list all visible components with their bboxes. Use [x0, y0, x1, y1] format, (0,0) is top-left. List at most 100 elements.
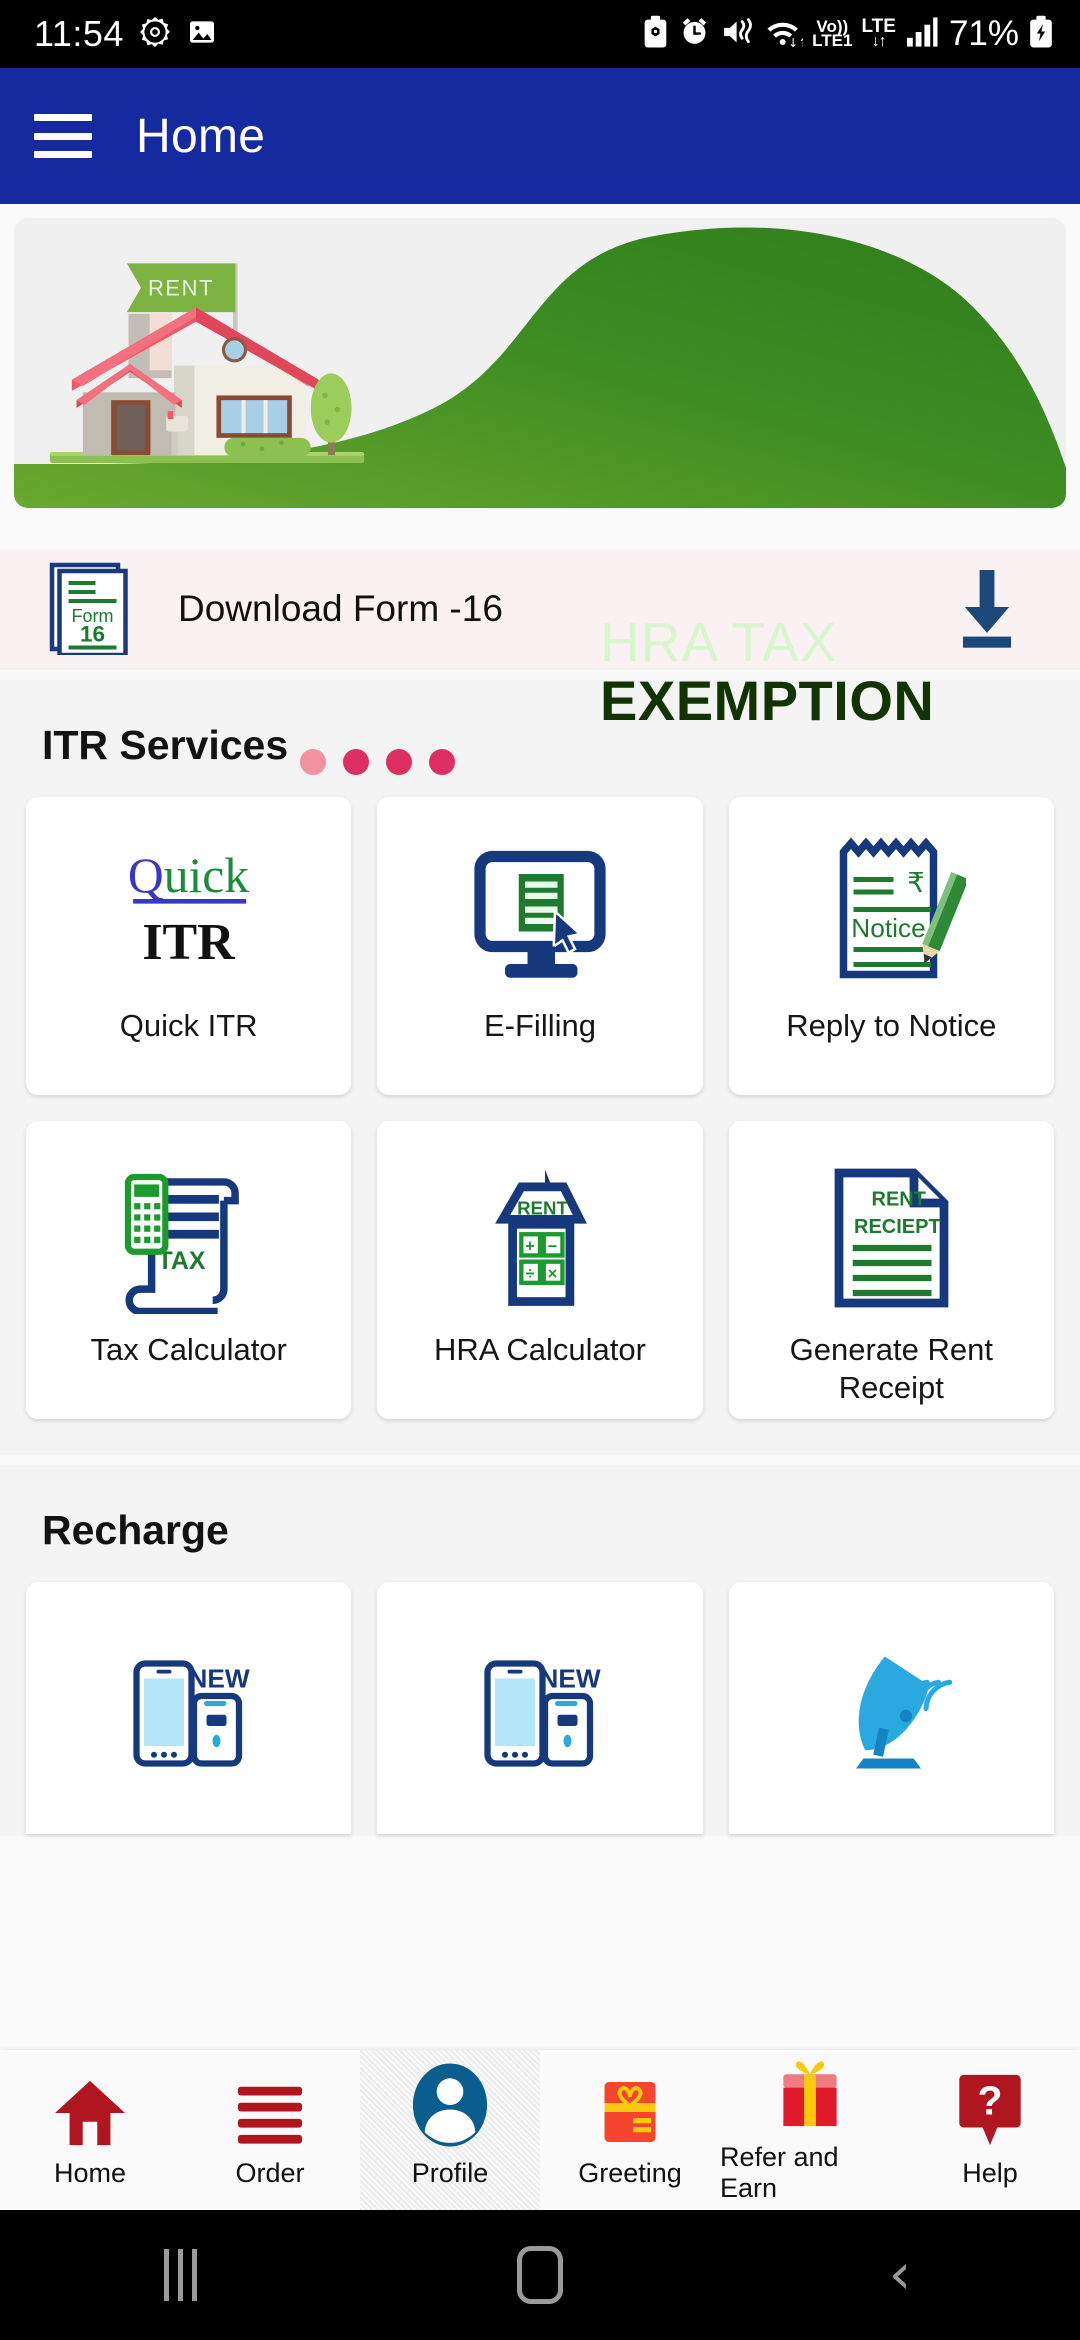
- service-card-label: Tax Calculator: [90, 1332, 287, 1367]
- banner-headline: HRA TAX EXEMPTION: [600, 613, 935, 732]
- svg-text:Notice: Notice: [852, 913, 926, 943]
- rent-house-illustration: RENT: [49, 263, 365, 463]
- android-recents-button[interactable]: [80, 2249, 280, 2301]
- bottom-navigation-bar: Home Order Profile Greeting Refer and Ea…: [0, 2050, 1080, 2210]
- itr-services-section: ITR Services Quick ITR Quick ITR E-Filli…: [0, 680, 1080, 1453]
- calculator-scroll-icon: TAX: [109, 1149, 269, 1327]
- carousel-dot[interactable]: [386, 749, 412, 775]
- phone-screen: 11:54 ↓↑ Vo)) LTE1: [0, 0, 1080, 2340]
- battery-saver-icon: [642, 15, 669, 54]
- bottom-nav-label: Home: [53, 2157, 127, 2188]
- bottom-nav-item-greeting[interactable]: Greeting: [540, 2072, 720, 2189]
- dth-satellite-dish-icon: [821, 1619, 961, 1797]
- settings-gear-icon: [138, 15, 172, 54]
- banner-headline-line2: EXEMPTION: [600, 668, 935, 732]
- app-bar: Home: [0, 68, 1080, 204]
- recharge-grid: NEW NEW: [26, 1582, 1054, 1834]
- bottom-nav-item-order[interactable]: Order: [180, 2072, 360, 2189]
- wifi-icon: ↓↑: [765, 15, 809, 54]
- bottom-nav-item-profile[interactable]: Profile: [360, 2050, 540, 2210]
- alarm-icon: [678, 15, 711, 53]
- status-bar-clock: 11:54: [34, 13, 124, 54]
- bottom-nav-item-refer-and-earn[interactable]: Refer and Earn: [720, 2056, 900, 2204]
- svg-text:−: −: [548, 1238, 557, 1256]
- bottom-nav-item-help[interactable]: ? Help: [900, 2072, 1080, 2189]
- svg-text:ITR: ITR: [143, 914, 236, 971]
- bottom-nav-label: Profile: [411, 2157, 489, 2188]
- bottom-nav-label: Help: [962, 2157, 1018, 2188]
- banner-slide[interactable]: RENT: [14, 218, 1066, 508]
- battery-charging-icon: [1028, 15, 1054, 54]
- recents-icon: [163, 2249, 197, 2301]
- recharge-title: Recharge: [42, 1507, 229, 1553]
- service-card-label: HRA Calculator: [434, 1332, 646, 1367]
- status-bar-right: ↓↑ Vo)) LTE1 LTE ↓↑ 71%: [642, 14, 1054, 54]
- svg-text:RENT: RENT: [517, 1197, 568, 1218]
- scroll-content[interactable]: RENT HRA TAX EXEMPTION Form 16 Download …: [0, 204, 1080, 2054]
- svg-text:RENT: RENT: [871, 1189, 925, 1211]
- svg-text:↓↑: ↓↑: [788, 35, 803, 48]
- svg-text:₹: ₹: [908, 867, 926, 899]
- carousel-dot[interactable]: [343, 749, 369, 775]
- recharge-card-postpaid[interactable]: NEW: [377, 1582, 703, 1834]
- rent-receipt-document-icon: RENT RECIEPT: [819, 1149, 964, 1327]
- itr-services-grid: Quick ITR Quick ITR E-Filling ₹ Notice R…: [26, 797, 1054, 1419]
- svg-text:?: ?: [978, 2077, 1003, 2123]
- service-card-reply-to-notice[interactable]: ₹ Notice Reply to Notice: [728, 797, 1054, 1095]
- service-card-quick-itr[interactable]: Quick ITR Quick ITR: [26, 797, 352, 1095]
- bottom-nav-label: Order: [235, 2157, 305, 2188]
- home-icon: [52, 2072, 128, 2148]
- mobile-prepaid-new-icon: NEW: [119, 1619, 259, 1797]
- recharge-card-prepaid[interactable]: NEW: [26, 1582, 352, 1834]
- svg-text:RECIEPT: RECIEPT: [854, 1216, 941, 1238]
- mobile-postpaid-new-icon: NEW: [470, 1619, 610, 1797]
- carousel-dot[interactable]: [429, 749, 455, 775]
- service-card-label: Reply to Notice: [786, 1008, 997, 1043]
- svg-text:×: ×: [548, 1265, 557, 1283]
- service-card-e-filling[interactable]: E-Filling: [377, 797, 703, 1095]
- banner-flag-label: RENT: [148, 276, 214, 301]
- recharge-section: Recharge NEW NEW: [0, 1465, 1080, 1834]
- greeting-card-icon: [594, 2072, 666, 2148]
- download-arrow-icon[interactable]: [950, 566, 1024, 653]
- bottom-nav-label: Refer and Earn: [720, 2142, 839, 2203]
- svg-text:16: 16: [80, 621, 105, 646]
- page-title: Home: [136, 109, 266, 163]
- hamburger-menu-icon[interactable]: [34, 114, 92, 158]
- carousel-dot[interactable]: [300, 749, 326, 775]
- carousel-dots[interactable]: [300, 749, 455, 775]
- android-home-button[interactable]: [440, 2246, 640, 2304]
- service-card-tax-calculator[interactable]: TAX Tax Calculator: [26, 1121, 352, 1419]
- service-card-label: Quick ITR: [119, 1008, 258, 1043]
- quick-itr-logo-icon: Quick ITR: [96, 825, 281, 1003]
- android-back-button[interactable]: ‹: [800, 2247, 1000, 2303]
- service-card-label: E-Filling: [484, 1008, 596, 1043]
- service-card-hra-calculator[interactable]: RENT + − ÷ × HRA Calculator: [377, 1121, 703, 1419]
- gallery-image-icon: [186, 16, 218, 53]
- service-card-label: Generate Rent Receipt: [789, 1332, 993, 1405]
- android-navigation-bar: ‹: [0, 2210, 1080, 2340]
- house-calculator-icon: RENT + − ÷ ×: [465, 1149, 615, 1327]
- status-bar: 11:54 ↓↑ Vo)) LTE1: [0, 0, 1080, 68]
- svg-text:NEW: NEW: [539, 1663, 600, 1693]
- vibrate-mute-icon: [720, 16, 756, 53]
- volte-icon: Vo)) LTE1: [812, 16, 853, 50]
- service-card-generate-rent-receipt[interactable]: RENT RECIEPT Generate Rent Receipt: [728, 1121, 1054, 1419]
- recharge-card-dth[interactable]: [728, 1582, 1054, 1834]
- bottom-nav-item-home[interactable]: Home: [0, 2072, 180, 2189]
- banner-carousel[interactable]: RENT: [0, 204, 1080, 508]
- profile-avatar-icon: [411, 2062, 489, 2148]
- bottom-nav-label: Greeting: [578, 2157, 682, 2188]
- gift-box-icon: [774, 2056, 846, 2132]
- order-list-icon: [234, 2072, 306, 2148]
- back-chevron-icon: ‹: [888, 2242, 912, 2307]
- status-bar-left: 11:54: [34, 13, 218, 55]
- svg-text:÷: ÷: [526, 1265, 535, 1283]
- lte-data-icon: LTE ↓↑: [861, 16, 896, 51]
- svg-text:+: +: [525, 1238, 534, 1256]
- notice-pad-pencil-icon: ₹ Notice: [816, 825, 967, 1003]
- svg-text:NEW: NEW: [188, 1663, 249, 1693]
- signal-bars-icon: [905, 16, 938, 53]
- battery-percent-label: 71%: [948, 14, 1019, 53]
- monitor-document-cursor-icon: [465, 825, 615, 1003]
